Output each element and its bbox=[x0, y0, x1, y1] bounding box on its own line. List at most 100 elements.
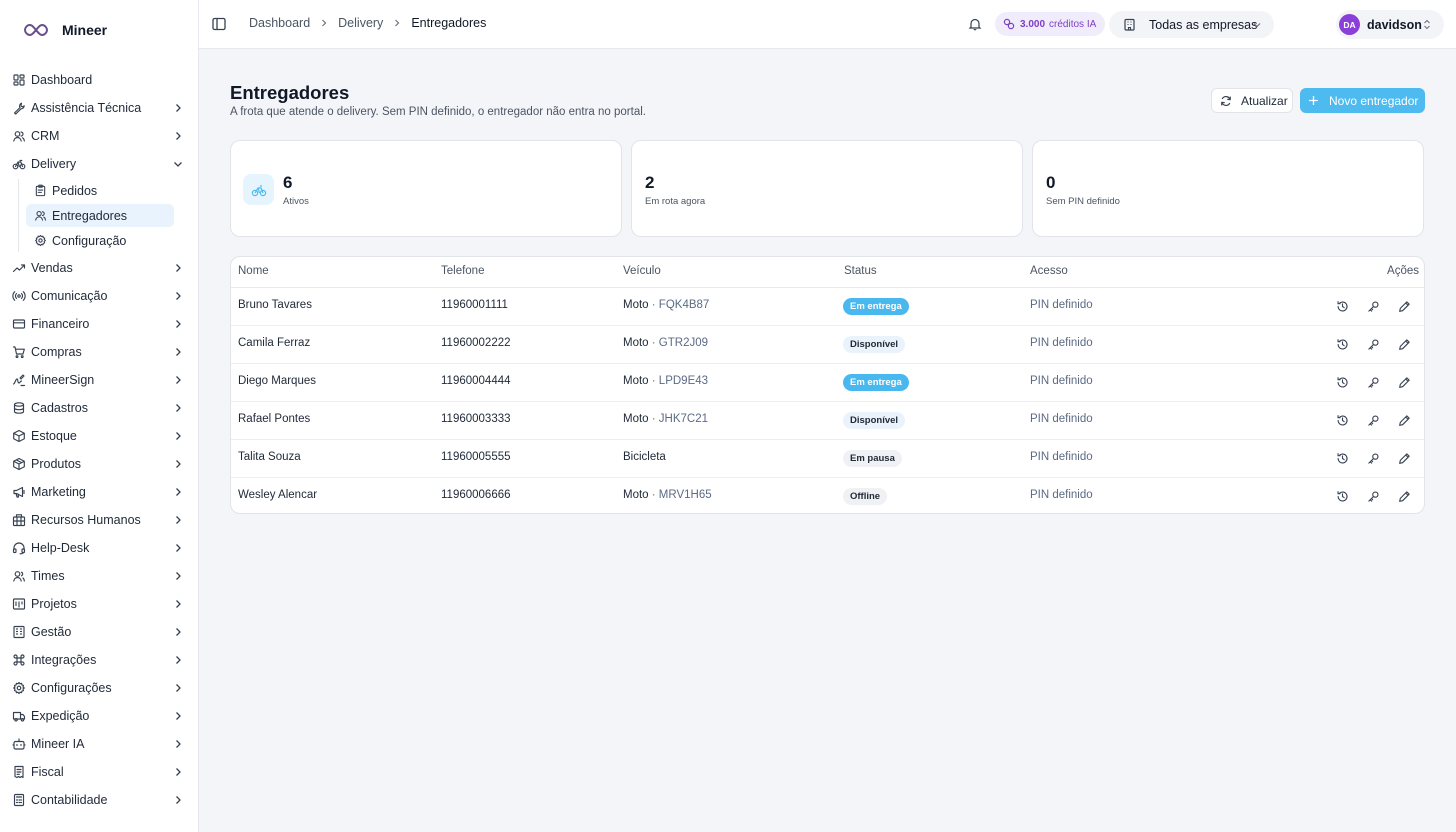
table-header: Nome Telefone Veículo Status Acesso Açõe… bbox=[231, 257, 1424, 288]
sidebar-item-fiscal[interactable]: Fiscal bbox=[0, 758, 198, 786]
sidebar-item-expedicao[interactable]: Expedição bbox=[0, 702, 198, 730]
history-icon[interactable] bbox=[1336, 376, 1349, 389]
topbar: Dashboard Delivery Entregadores 3.000 cr… bbox=[199, 0, 1456, 49]
sidebar-item-estoque[interactable]: Estoque bbox=[0, 422, 198, 450]
key-icon[interactable] bbox=[1367, 376, 1380, 389]
cell-vehicle: Moto · MRV1H65 bbox=[623, 489, 712, 501]
sidebar-item-label: Estoque bbox=[31, 429, 77, 443]
chevron-right-icon bbox=[172, 290, 184, 302]
sidebar-item-assistencia-tecnica[interactable]: Assistência Técnica bbox=[0, 94, 198, 122]
table-row[interactable]: Camila Ferraz 11960002222 Moto · GTR2J09 Di… bbox=[231, 326, 1424, 364]
sidebar-item-help-desk[interactable]: Help-Desk bbox=[0, 534, 198, 562]
chevron-right-icon bbox=[172, 626, 184, 638]
chevron-right-icon bbox=[320, 19, 328, 27]
vehicle-plate: · MRV1H65 bbox=[651, 489, 712, 501]
col-access[interactable]: Acesso bbox=[1030, 265, 1068, 277]
history-icon[interactable] bbox=[1336, 300, 1349, 313]
table-row[interactable]: Rafael Pontes 11960003333 Moto · JHK7C21 Di… bbox=[231, 402, 1424, 440]
bike-icon bbox=[243, 174, 274, 205]
vehicle-type: Moto bbox=[623, 337, 649, 349]
col-phone[interactable]: Telefone bbox=[441, 265, 484, 277]
status-badge: Disponível bbox=[843, 412, 906, 429]
credits-badge[interactable]: 3.000 créditos IA bbox=[995, 12, 1106, 36]
sidebar-item-delivery[interactable]: Delivery bbox=[0, 150, 198, 178]
table-row[interactable]: Talita Souza 11960005555 Bicicleta Em pausa… bbox=[231, 440, 1424, 478]
history-icon[interactable] bbox=[1336, 414, 1349, 427]
sidebar-item-gestao[interactable]: Gestão bbox=[0, 618, 198, 646]
sidebar-item-comunicacao[interactable]: Comunicação bbox=[0, 282, 198, 310]
company-selector[interactable]: Todas as empresas bbox=[1109, 11, 1274, 38]
sidebar-item-crm[interactable]: CRM bbox=[0, 122, 198, 150]
history-icon[interactable] bbox=[1336, 490, 1349, 503]
col-status[interactable]: Status bbox=[844, 265, 877, 277]
new-courier-button[interactable]: Novo entregador bbox=[1300, 88, 1425, 113]
status-badge: Offline bbox=[843, 488, 888, 505]
chevron-right-icon bbox=[172, 374, 184, 386]
key-icon[interactable] bbox=[1367, 452, 1380, 465]
stat-label: Em rota agora bbox=[645, 196, 706, 207]
key-icon[interactable] bbox=[1367, 300, 1380, 313]
sidebar-item-dashboard[interactable]: Dashboard bbox=[0, 66, 198, 94]
sidebar-item-contabilidade[interactable]: Contabilidade bbox=[0, 786, 198, 814]
edit-icon[interactable] bbox=[1398, 338, 1411, 351]
table-row[interactable]: Diego Marques 11960004444 Moto · LPD9E43 Em… bbox=[231, 364, 1424, 402]
edit-icon[interactable] bbox=[1398, 452, 1411, 465]
sidebar-subitem-configuracao[interactable]: Configuração bbox=[26, 229, 174, 252]
status-badge: Em entrega bbox=[843, 298, 909, 315]
edit-icon[interactable] bbox=[1398, 376, 1411, 389]
sidebar-item-label: CRM bbox=[31, 129, 60, 143]
sidebar-item-projetos[interactable]: Projetos bbox=[0, 590, 198, 618]
sidebar-item-integracoes[interactable]: Integrações bbox=[0, 646, 198, 674]
sidebar-item-compras[interactable]: Compras bbox=[0, 338, 198, 366]
key-icon[interactable] bbox=[1367, 414, 1380, 427]
sidebar-subitem-label: Entregadores bbox=[52, 208, 128, 223]
cell-access: PIN definido bbox=[1030, 413, 1093, 425]
sidebar-item-times[interactable]: Times bbox=[0, 562, 198, 590]
breadcrumb-dashboard[interactable]: Dashboard bbox=[249, 16, 310, 30]
couriers-table: Nome Telefone Veículo Status Acesso Açõe… bbox=[230, 256, 1425, 514]
users-icon bbox=[34, 209, 47, 222]
breadcrumb-delivery[interactable]: Delivery bbox=[338, 16, 383, 30]
gear-icon bbox=[34, 234, 47, 247]
sidebar-item-recursos-humanos[interactable]: Recursos Humanos bbox=[0, 506, 198, 534]
col-name[interactable]: Nome bbox=[238, 265, 269, 277]
sidebar-item-vendas[interactable]: Vendas bbox=[0, 254, 198, 282]
edit-icon[interactable] bbox=[1398, 300, 1411, 313]
key-icon[interactable] bbox=[1367, 490, 1380, 503]
user-menu[interactable]: DA davidson bbox=[1336, 10, 1444, 39]
plus-icon bbox=[1308, 95, 1319, 106]
chevron-right-icon bbox=[172, 794, 184, 806]
avatar: DA bbox=[1339, 14, 1360, 35]
key-icon[interactable] bbox=[1367, 338, 1380, 351]
edit-icon[interactable] bbox=[1398, 490, 1411, 503]
sidebar-item-mineersign[interactable]: MineerSign bbox=[0, 366, 198, 394]
table-row[interactable]: Wesley Alencar 11960006666 Moto · MRV1H65 O… bbox=[231, 478, 1424, 513]
table-row[interactable]: Bruno Tavares 11960001111 Moto · FQK4B87 Em… bbox=[231, 288, 1424, 326]
sidebar-item-marketing[interactable]: Marketing bbox=[0, 478, 198, 506]
sidebar-item-cadastros[interactable]: Cadastros bbox=[0, 394, 198, 422]
sidebar-item-produtos[interactable]: Produtos bbox=[0, 450, 198, 478]
sidebar-toggle-icon[interactable] bbox=[212, 17, 226, 31]
sidebar-item-financeiro[interactable]: Financeiro bbox=[0, 310, 198, 338]
bell-icon[interactable] bbox=[968, 17, 982, 31]
sidebar-item-label: Mineer IA bbox=[31, 737, 85, 751]
chevron-right-icon bbox=[172, 486, 184, 498]
edit-icon[interactable] bbox=[1398, 414, 1411, 427]
sidebar-item-configuracoes[interactable]: Configurações bbox=[0, 674, 198, 702]
status-badge: Em pausa bbox=[843, 450, 902, 467]
brand-name: Mineer bbox=[62, 22, 108, 38]
col-vehicle[interactable]: Veículo bbox=[623, 265, 661, 277]
sidebar-nav: Dashboard Assistência Técnica CRM Delivery P… bbox=[0, 60, 198, 814]
package-icon bbox=[12, 457, 26, 471]
history-icon[interactable] bbox=[1336, 338, 1349, 351]
sidebar-subitem-pedidos[interactable]: Pedidos bbox=[26, 179, 174, 202]
history-icon[interactable] bbox=[1336, 452, 1349, 465]
refresh-label: Atualizar bbox=[1241, 93, 1288, 108]
sidebar-subitem-entregadores[interactable]: Entregadores bbox=[26, 204, 174, 227]
brand[interactable]: Mineer bbox=[0, 0, 198, 60]
cell-name: Wesley Alencar bbox=[238, 489, 318, 501]
vehicle-plate: · FQK4B87 bbox=[651, 299, 710, 311]
refresh-button[interactable]: Atualizar bbox=[1211, 88, 1293, 113]
stat-label: Ativos bbox=[283, 196, 309, 207]
sidebar-item-mineer-ia[interactable]: Mineer IA bbox=[0, 730, 198, 758]
